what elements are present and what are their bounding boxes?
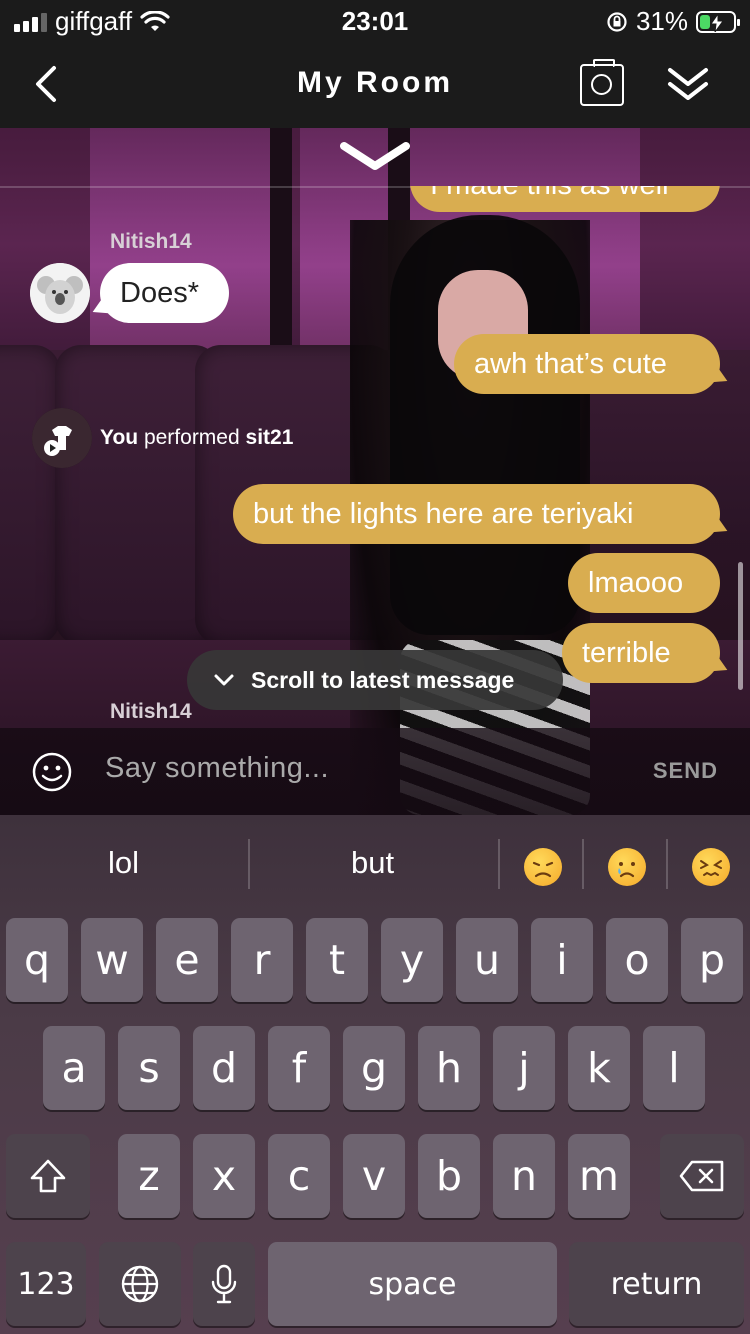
- message-text: terrible: [582, 636, 671, 669]
- double-chevron-down-icon[interactable]: [664, 62, 712, 106]
- nav-bar: My Room: [0, 40, 750, 128]
- delete-key[interactable]: [660, 1134, 744, 1218]
- chevron-down-icon: [214, 674, 234, 686]
- key-f[interactable]: f: [268, 1026, 330, 1110]
- globe-key[interactable]: [99, 1242, 181, 1326]
- status-right: 31%: [606, 6, 740, 37]
- key-t[interactable]: t: [306, 918, 368, 1002]
- key-n[interactable]: n: [493, 1134, 555, 1218]
- suggestion-divider: [248, 839, 250, 889]
- action-user: You: [100, 426, 139, 449]
- key-r[interactable]: r: [231, 918, 293, 1002]
- suggestion-item[interactable]: lol: [108, 845, 139, 881]
- message-text: awh that’s cute: [474, 347, 667, 380]
- message-text: Does*: [120, 276, 199, 309]
- key-g[interactable]: g: [343, 1026, 405, 1110]
- message-text: but the lights here are teriyaki: [253, 497, 634, 530]
- key-x[interactable]: x: [193, 1134, 255, 1218]
- action-notice: You performed sit21: [100, 426, 293, 450]
- shift-arrow-icon: [30, 1159, 66, 1193]
- tshirt-play-icon: [32, 408, 92, 468]
- key-o[interactable]: o: [606, 918, 668, 1002]
- chat-message-mine[interactable]: awh that’s cute: [454, 334, 720, 394]
- key-j[interactable]: j: [493, 1026, 555, 1110]
- backspace-icon: [679, 1160, 724, 1192]
- battery-level: [700, 14, 710, 29]
- message-text: lmaooo: [588, 566, 684, 599]
- crying-face-emoji[interactable]: [608, 848, 646, 886]
- keyboard: lol but q w e r t y u i o p a s d f g h …: [0, 815, 750, 1334]
- globe-icon: [121, 1265, 159, 1303]
- key-e[interactable]: e: [156, 918, 218, 1002]
- disappointed-face-emoji[interactable]: [524, 848, 562, 886]
- battery-percent: 31%: [635, 6, 688, 36]
- page-title: My Room: [297, 66, 453, 99]
- key-h[interactable]: h: [418, 1026, 480, 1110]
- chat-scrollbar[interactable]: [738, 562, 743, 690]
- charging-bolt-icon: [710, 13, 724, 32]
- chat-username: Nitish14: [110, 700, 192, 723]
- key-b[interactable]: b: [418, 1134, 480, 1218]
- key-p[interactable]: p: [681, 918, 743, 1002]
- scroll-to-latest-label: Scroll to latest message: [251, 666, 515, 693]
- return-key[interactable]: return: [569, 1242, 744, 1326]
- key-i[interactable]: i: [531, 918, 593, 1002]
- sofa-arm: [0, 345, 60, 645]
- camera-icon[interactable]: [580, 59, 624, 106]
- key-u[interactable]: u: [456, 918, 518, 1002]
- key-m[interactable]: m: [568, 1134, 630, 1218]
- key-s[interactable]: s: [118, 1026, 180, 1110]
- chat-message-mine[interactable]: terrible: [562, 623, 720, 683]
- space-key[interactable]: space: [268, 1242, 557, 1326]
- key-l[interactable]: l: [643, 1026, 705, 1110]
- scroll-to-latest-button[interactable]: Scroll to latest message: [187, 650, 563, 710]
- key-w[interactable]: w: [81, 918, 143, 1002]
- avatar[interactable]: [32, 408, 92, 468]
- message-input-bar: Say something... SEND: [0, 728, 750, 815]
- key-z[interactable]: z: [118, 1134, 180, 1218]
- action-name[interactable]: sit21: [246, 426, 294, 449]
- suggestion-divider: [582, 839, 584, 889]
- send-button[interactable]: SEND: [653, 758, 718, 784]
- key-y[interactable]: y: [381, 918, 443, 1002]
- key-d[interactable]: d: [193, 1026, 255, 1110]
- emoji-picker-icon[interactable]: [32, 752, 72, 792]
- suggestion-divider: [498, 839, 500, 889]
- key-k[interactable]: k: [568, 1026, 630, 1110]
- status-bar: giffgaff 23:01 31%: [0, 0, 750, 40]
- key-q[interactable]: q: [6, 918, 68, 1002]
- chat-message-theirs[interactable]: Does*: [100, 263, 229, 323]
- chat-message-mine[interactable]: lmaooo: [568, 553, 720, 613]
- koala-avatar-icon: [30, 263, 90, 323]
- numbers-key[interactable]: 123: [6, 1242, 86, 1326]
- chat-message-mine[interactable]: but the lights here are teriyaki: [233, 484, 720, 544]
- confounded-face-emoji[interactable]: [692, 848, 730, 886]
- battery-icon: [696, 10, 740, 33]
- window-frame: [270, 128, 292, 358]
- suggestion-item[interactable]: but: [351, 845, 394, 881]
- message-input[interactable]: Say something...: [105, 752, 329, 785]
- dictation-key[interactable]: [193, 1242, 255, 1326]
- chat-username: Nitish14: [110, 230, 192, 253]
- orientation-lock-icon: [607, 11, 627, 32]
- key-v[interactable]: v: [343, 1134, 405, 1218]
- avatar[interactable]: [30, 263, 90, 323]
- shift-key[interactable]: [6, 1134, 90, 1218]
- microphone-icon: [211, 1264, 237, 1304]
- action-verb: performed: [143, 426, 240, 449]
- key-a[interactable]: a: [43, 1026, 105, 1110]
- key-c[interactable]: c: [268, 1134, 330, 1218]
- suggestion-divider: [666, 839, 668, 889]
- chevron-down-icon[interactable]: [338, 140, 412, 174]
- suggestion-bar: lol but: [0, 815, 750, 915]
